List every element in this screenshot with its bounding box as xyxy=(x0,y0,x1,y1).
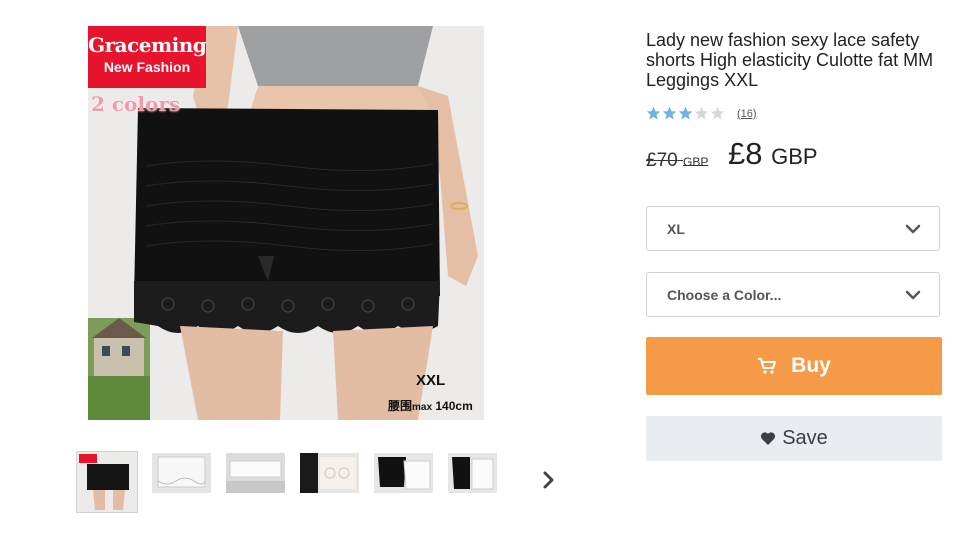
chevron-down-icon xyxy=(905,290,921,300)
brand-tagline: New Fashion xyxy=(103,59,191,75)
waist-label-cn: 腰围 xyxy=(388,399,413,413)
size-select-value: XL xyxy=(667,221,685,237)
rating-stars xyxy=(646,106,725,121)
cart-icon xyxy=(758,358,777,374)
thumbnail-5[interactable] xyxy=(374,453,433,493)
original-price-amount: £70 xyxy=(646,150,678,171)
size-select[interactable]: XL xyxy=(646,206,940,251)
heart-icon xyxy=(761,432,776,445)
main-product-image[interactable]: Graceming New Fashion 2 colors XXL 腰围max… xyxy=(88,26,484,420)
original-price-currency: GBP xyxy=(682,155,709,169)
chevron-right-icon xyxy=(543,471,554,489)
image-size-label: XXL xyxy=(416,372,446,389)
thumbnail-black-and-white-pair-image xyxy=(448,453,497,493)
star-filled-icon xyxy=(646,106,661,120)
thumbnail-white-lace-flat-image xyxy=(226,453,285,493)
waist-label-value: 140cm xyxy=(435,399,473,413)
thumbnail-3[interactable] xyxy=(226,453,285,493)
thumbnails-next-button[interactable] xyxy=(538,467,560,493)
color-select[interactable]: Choose a Color... xyxy=(646,272,940,317)
sale-price-amount: £8 xyxy=(728,136,763,171)
colors-label: 2 colors xyxy=(91,92,181,116)
thumbnail-white-lace-detail-image xyxy=(300,453,359,493)
chevron-down-icon xyxy=(905,224,921,234)
sale-price-currency: GBP xyxy=(771,144,818,169)
waist-label-max: max xyxy=(412,402,433,413)
star-empty-icon xyxy=(694,106,709,120)
thumbnail-black-shorts-image xyxy=(77,452,137,512)
save-button-label: Save xyxy=(782,427,828,449)
sale-price: £8 GBP xyxy=(728,136,818,172)
review-count-link[interactable]: (16) xyxy=(737,108,757,120)
star-filled-icon xyxy=(678,106,693,120)
image-waist-label: 腰围max 140cm xyxy=(388,397,473,414)
product-title: Lady new fashion sexy lace safety shorts… xyxy=(646,30,934,90)
color-select-placeholder: Choose a Color... xyxy=(667,287,782,303)
thumbnail-6[interactable] xyxy=(448,453,497,493)
buy-button-label: Buy xyxy=(791,354,831,377)
thumbnail-2[interactable] xyxy=(152,453,211,493)
brand-name: Graceming xyxy=(88,33,207,57)
original-price: £70 GBP xyxy=(646,150,708,172)
star-empty-icon xyxy=(710,106,725,120)
thumbnail-black-and-white-image xyxy=(374,453,433,493)
product-rating[interactable]: (16) xyxy=(646,106,757,121)
thumbnail-white-lace-front-image xyxy=(152,453,211,493)
thumbnail-4[interactable] xyxy=(300,453,359,493)
brand-badge: Graceming New Fashion xyxy=(88,26,207,88)
buy-button[interactable]: Buy xyxy=(646,337,942,395)
thumbnail-1[interactable] xyxy=(76,451,138,513)
star-filled-icon xyxy=(662,106,677,120)
save-button[interactable]: Save xyxy=(646,416,942,461)
